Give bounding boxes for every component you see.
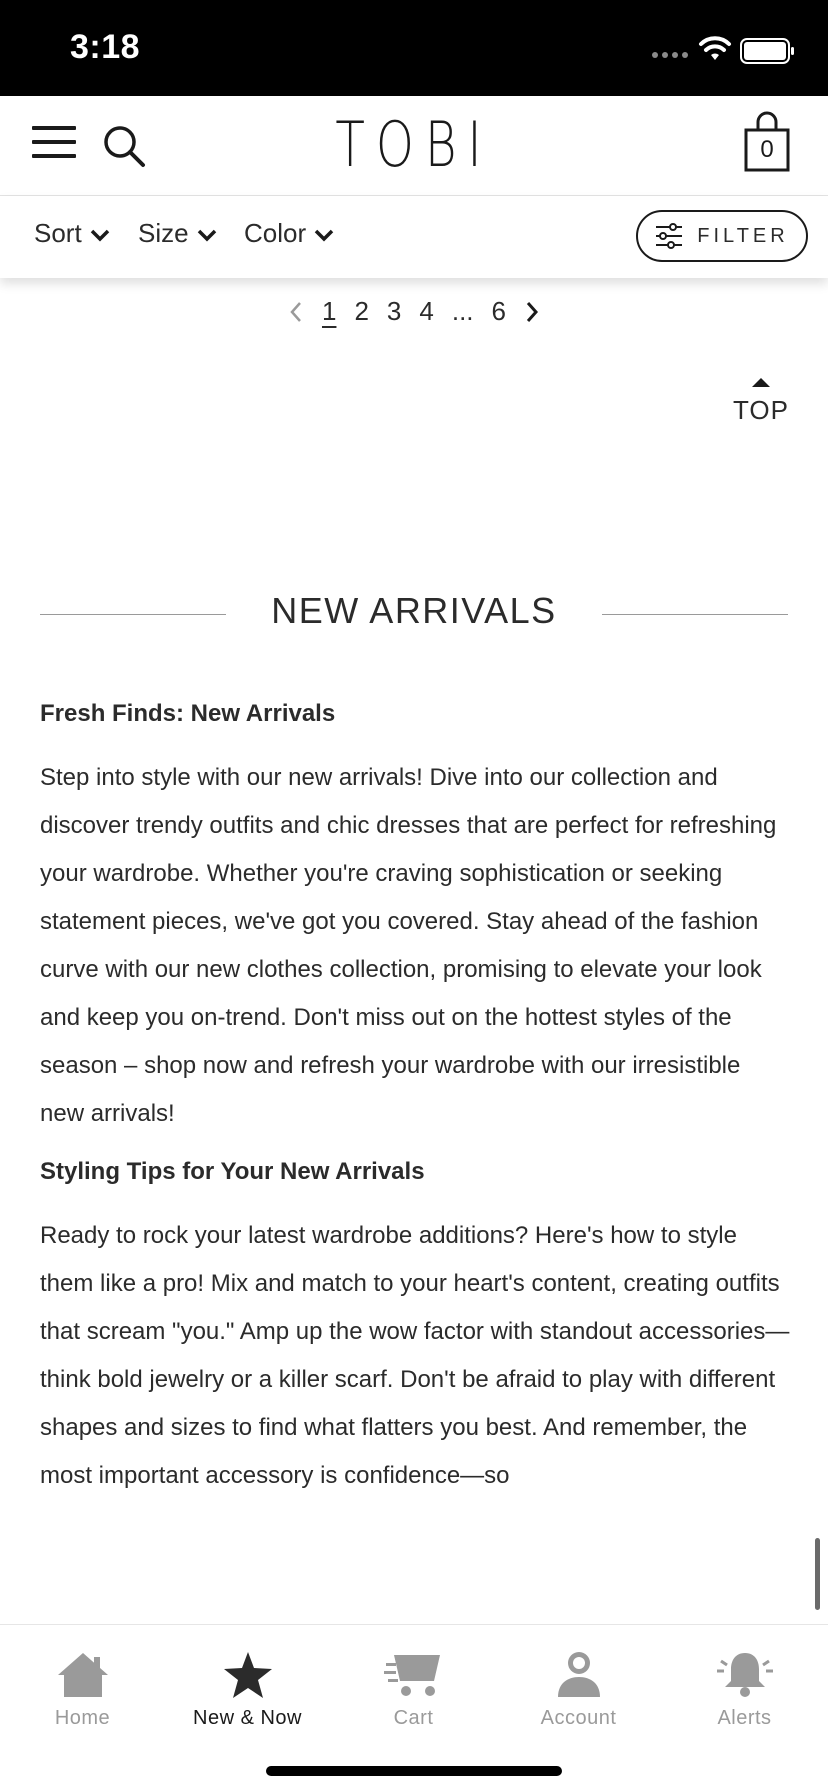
tab-account[interactable]: Account — [496, 1639, 661, 1730]
tab-alerts[interactable]: Alerts — [662, 1639, 827, 1730]
chevron-right-icon — [526, 301, 539, 322]
caret-up-icon — [752, 378, 770, 387]
status-time: 3:18 — [70, 28, 141, 66]
tab-account-label: Account — [540, 1707, 617, 1729]
home-indicator — [266, 1766, 562, 1776]
color-dropdown[interactable]: Color — [244, 218, 334, 249]
page-link-1[interactable]: 1 — [313, 296, 345, 327]
content-heading-fresh-finds: Fresh Finds: New Arrivals — [40, 700, 336, 727]
filter-label: FILTER — [697, 224, 789, 247]
page-link-4[interactable]: 4 — [410, 296, 442, 327]
tab-new-and-now-label: New & Now — [193, 1707, 302, 1729]
tab-cart-label: Cart — [393, 1707, 434, 1729]
tab-alerts-label: Alerts — [717, 1707, 772, 1729]
scroll-indicator[interactable] — [815, 1538, 820, 1610]
pagination: 1 2 3 4 ... 6 — [0, 296, 828, 327]
status-bar: 3:18 — [0, 0, 828, 96]
brand-logo[interactable]: TOBI — [91, 108, 737, 181]
chevron-down-icon — [197, 229, 216, 241]
tab-new-and-now[interactable]: New & Now — [165, 1639, 330, 1730]
wifi-icon — [699, 36, 731, 60]
cart-icon — [383, 1655, 440, 1696]
color-label: Color — [244, 218, 307, 248]
chevron-down-icon — [314, 229, 334, 241]
size-dropdown[interactable]: Size — [138, 218, 217, 249]
page-link-2[interactable]: 2 — [345, 296, 377, 327]
chevron-down-icon — [90, 229, 109, 241]
seo-content: Fresh Finds: New Arrivals Step into styl… — [40, 700, 790, 1520]
tab-home-label: Home — [54, 1707, 111, 1729]
app-header: TOBI 0 — [0, 96, 828, 196]
bell-icon — [716, 1653, 773, 1697]
next-page-button[interactable] — [515, 301, 549, 323]
bag-count: 0 — [760, 136, 774, 163]
top-label: TOP — [733, 395, 789, 425]
home-icon — [57, 1653, 108, 1697]
sort-label: Sort — [34, 218, 82, 248]
hamburger-menu-icon[interactable] — [32, 126, 76, 166]
filter-bar: Sort Size Color FILTER — [0, 196, 828, 278]
size-label: Size — [138, 218, 189, 248]
tab-home[interactable]: Home — [0, 1639, 165, 1730]
chevron-left-icon — [290, 301, 301, 322]
tab-cart[interactable]: Cart — [331, 1639, 496, 1730]
page-link-6[interactable]: 6 — [483, 296, 515, 327]
sort-dropdown[interactable]: Sort — [34, 218, 110, 249]
content-paragraph-1: Step into style with our new arrivals! D… — [40, 764, 777, 1127]
content-paragraph-2: Ready to rock your latest wardrobe addit… — [40, 1222, 790, 1489]
previous-page-button[interactable] — [279, 301, 313, 323]
cellular-signal-icon — [652, 52, 688, 58]
star-icon — [223, 1652, 272, 1698]
section-title: NEW ARRIVALS — [271, 590, 557, 631]
sliders-icon — [656, 223, 683, 249]
battery-icon — [740, 38, 794, 64]
filter-button[interactable]: FILTER — [636, 210, 808, 262]
back-to-top-button[interactable]: TOP — [730, 378, 792, 426]
user-icon — [557, 1652, 600, 1697]
content-heading-styling-tips: Styling Tips for Your New Arrivals — [40, 1158, 425, 1185]
page-link-3[interactable]: 3 — [378, 296, 410, 327]
shopping-bag-button[interactable]: 0 — [744, 110, 790, 174]
page-ellipsis: ... — [451, 296, 474, 326]
